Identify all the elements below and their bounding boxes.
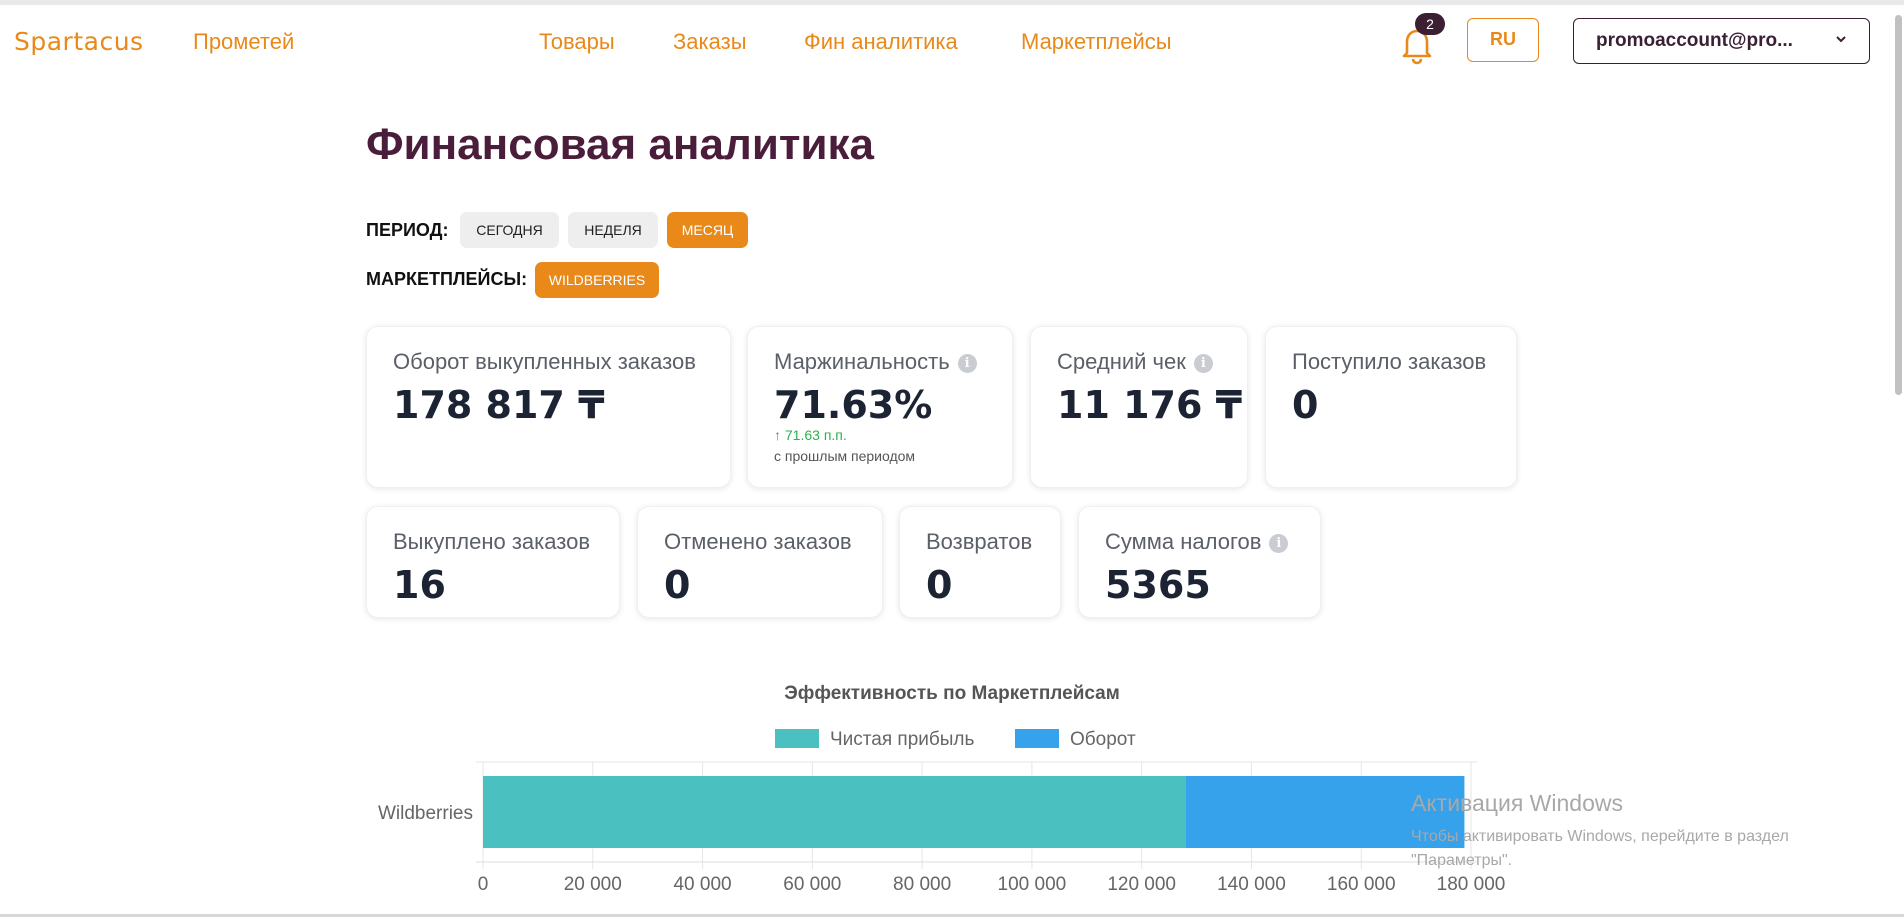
marketplace-efficiency-chart: Чистая прибыль Оборот 0 20 000 40 000 60 000 8… [378,729,1506,895]
period-month-button[interactable]: Месяц [667,212,748,248]
metric-delta-note: с прошлым периодом [774,448,916,464]
metric-card-orders-received: Поступило заказов 0 [1265,326,1517,488]
metric-card-avg-check: Средний чек i 11 176 ₸ [1030,326,1248,488]
metric-value: 0 [1292,383,1319,427]
metric-delta: ↑ 71.63 п.п. [774,427,847,443]
metric-label-wrap: Сумма налогов i [1105,529,1289,555]
metric-label: Выкуплено заказов [393,529,591,554]
nav-link-fin-analytics[interactable]: Фин аналитика [804,29,958,55]
metric-value: 11 176 ₸ [1057,383,1243,427]
metric-value: 0 [926,563,953,607]
metric-value: 5365 [1105,563,1211,607]
page-title: Финансовая аналитика [366,120,875,169]
metric-card-turnover: Оборот выкупленных заказов 178 817 ₸ [366,326,731,488]
marketplace-wildberries-button[interactable]: Wildberries [535,262,659,298]
windows-activation-watermark: Активация Windows Чтобы активировать Win… [1411,790,1789,873]
legend-swatch [1015,729,1059,748]
metric-label-wrap: Средний чек i [1057,349,1213,375]
watermark-title: Активация Windows [1411,790,1623,816]
watermark-line-1: Чтобы активировать Windows, перейдите в … [1411,828,1789,845]
metric-label: Оборот выкупленных заказов [393,349,696,374]
scrollbar-thumb[interactable] [1895,15,1902,395]
notification-badge: 2 [1415,13,1445,35]
top-navbar: Spartacus Прометей Товары Заказы Фин ана… [0,5,1904,77]
marketplaces-label: МАРКЕТПЛЕЙСЫ: [366,269,528,289]
x-tick-label: 100 000 [998,874,1067,895]
metric-card-cancelled: Отменено заказов 0 [637,506,883,618]
nav-link-orders[interactable]: Заказы [673,29,747,55]
metric-value: 0 [664,563,691,607]
y-category-label: Wildberries [378,803,473,824]
x-tick-label: 80 000 [893,874,951,895]
bar-segment [483,776,1186,848]
x-tick-label: 60 000 [783,874,841,895]
metric-label: Сумма налогов [1105,529,1262,554]
account-email: promoaccount@pro... [1596,30,1793,51]
brand-link-prometheus[interactable]: Прометей [193,29,294,55]
watermark-line-2: "Параметры". [1411,852,1513,869]
metric-label-wrap: Маржинальность i [774,349,977,375]
metric-value: 16 [393,563,446,607]
x-tick-label: 180 000 [1437,874,1506,895]
legend-label: Оборот [1070,729,1136,750]
metric-label: Возвратов [926,529,1033,554]
x-tick-label: 40 000 [673,874,731,895]
chevron-down-icon [1836,36,1846,43]
metric-card-margin: Маржинальность i 71.63% ↑ 71.63 п.п. с пр… [747,326,1013,488]
nav-link-marketplaces[interactable]: Маркетплейсы [1021,29,1172,55]
account-dropdown[interactable]: promoaccount@pro... [1573,18,1870,64]
period-today-button[interactable]: Сегодня [460,212,559,248]
metric-card-taxes: Сумма налогов i 5365 [1078,506,1321,618]
x-tick-label: 160 000 [1327,874,1396,895]
metric-label: Маржинальность [774,349,950,374]
language-button[interactable]: RU [1467,18,1539,62]
x-tick-label: 20 000 [564,874,622,895]
legend-label: Чистая прибыль [830,729,974,750]
metric-card-returns: Возвратов 0 [899,506,1061,618]
info-icon[interactable]: i [1269,534,1289,553]
chart-title: Эффективность по Маркетплейсам [784,683,1120,704]
vertical-scrollbar[interactable] [1893,5,1904,395]
metric-label: Средний чек [1057,349,1186,374]
metric-value: 71.63% [774,383,933,427]
period-week-button[interactable]: Неделя [568,212,658,248]
metric-value: 178 817 ₸ [393,383,605,427]
metric-label: Отменено заказов [664,529,852,554]
period-label: ПЕРИОД: [366,220,449,240]
info-icon[interactable]: i [957,354,977,373]
x-tick-label: 120 000 [1107,874,1176,895]
logo[interactable]: Spartacus [14,27,144,56]
info-icon[interactable]: i [1193,354,1213,373]
x-tick-label: 0 [478,874,489,895]
x-tick-label: 140 000 [1217,874,1286,895]
nav-link-products[interactable]: Товары [539,29,615,55]
legend-swatch [775,729,819,748]
metric-label: Поступило заказов [1292,349,1487,374]
metric-card-bought-out: Выкуплено заказов 16 [366,506,620,618]
